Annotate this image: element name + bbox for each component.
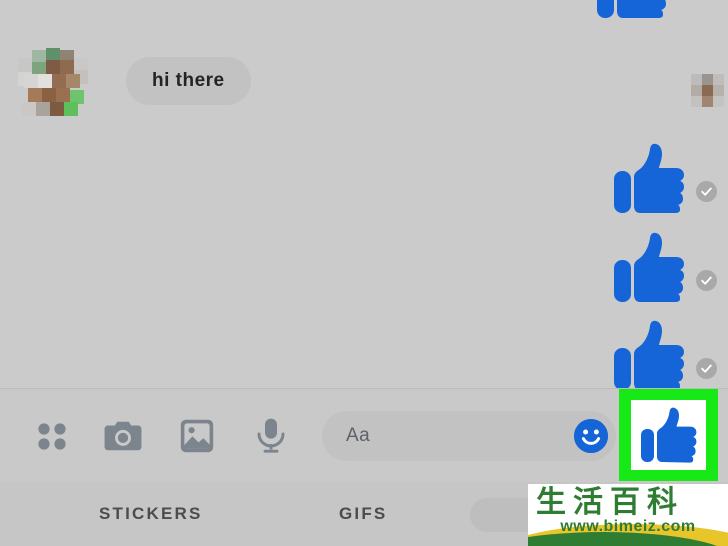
side-thumbnail [691,74,724,112]
tab-gifs[interactable]: GIFS [339,504,387,524]
watermark-url: www.bimeiz.com [560,518,696,535]
conversation-area: hi there [0,0,728,388]
check-circle-icon [696,181,717,202]
check-circle-icon [696,270,717,291]
apps-grid-icon[interactable] [33,417,71,455]
message-text: hi there [152,70,225,91]
send-button-inner [631,400,706,470]
smiley-icon[interactable] [574,418,608,453]
check-circle-icon [696,358,717,379]
input-placeholder: Aa [346,424,371,446]
image-icon[interactable] [178,417,216,455]
thumbs-up-sticker [612,232,686,304]
avatar [18,44,88,118]
thumbs-up-sticker [612,143,686,215]
send-thumbs-up-button[interactable] [619,389,718,481]
camera-icon[interactable] [104,417,142,455]
tab-stickers[interactable]: STICKERS [99,504,203,524]
message-row-incoming: hi there [18,44,251,118]
microphone-icon[interactable] [252,417,290,455]
message-input[interactable]: Aa [322,410,616,461]
message-bubble: hi there [126,57,251,105]
thumbs-up-sticker-partial [583,0,681,20]
watermark: 生活百科 www.bimeiz.com [528,484,728,546]
thumbs-up-sticker [612,320,686,388]
chat-screen: hi there Aa STICKERS GIFS 生活百科 www.bimei… [0,0,728,546]
watermark-characters: 生活百科 [536,486,684,519]
